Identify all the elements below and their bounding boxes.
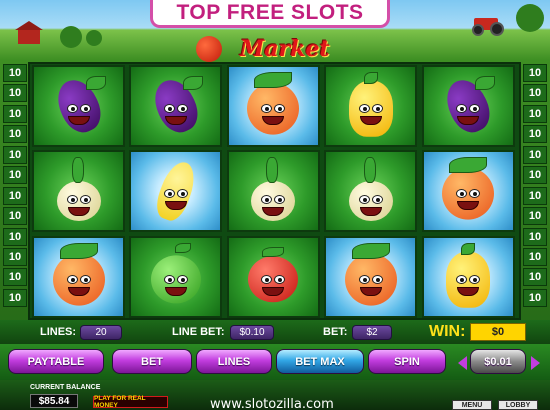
tomato-icon: [238, 243, 308, 311]
top-banner: TOP FREE SLOTS: [150, 0, 390, 28]
spin-button[interactable]: SPIN: [368, 349, 446, 374]
line-marker[interactable]: 10: [523, 288, 547, 307]
orange-icon: [44, 242, 114, 311]
orange-icon: [336, 242, 406, 311]
balance-label: CURRENT BALANCE: [30, 384, 101, 391]
reel-cell: [421, 65, 515, 147]
line-marker[interactable]: 10: [3, 104, 27, 123]
line-marker[interactable]: 10: [3, 207, 27, 226]
coin-value-button[interactable]: $0.01: [470, 349, 526, 374]
reel-cell: [129, 150, 223, 233]
barn-icon: [15, 21, 43, 44]
tree-icon: [60, 26, 82, 48]
balance-value: $85.84: [30, 394, 78, 408]
lobby-button[interactable]: LOBBY: [498, 400, 538, 410]
eggplant-icon: [433, 72, 503, 140]
coin-decrease-arrow-icon[interactable]: [458, 356, 467, 370]
bet-value: $2: [352, 325, 392, 340]
line-marker[interactable]: 10: [3, 247, 27, 266]
pepper-icon: [433, 242, 503, 311]
reel-cell: [324, 235, 418, 318]
site-url: www.slotozilla.com: [210, 397, 334, 410]
reel-cell: [324, 150, 418, 233]
reel-cell: [129, 65, 223, 147]
line-marker[interactable]: 10: [3, 166, 27, 185]
coin-increase-arrow-icon[interactable]: [531, 356, 540, 370]
line-marker[interactable]: 10: [523, 84, 547, 103]
onion-icon: [336, 157, 406, 225]
line-bet-label: LINE BET:: [172, 326, 225, 338]
line-marker[interactable]: 10: [523, 227, 547, 246]
pepper-icon: [336, 72, 406, 140]
line-marker[interactable]: 10: [523, 186, 547, 205]
win-label: WIN:: [429, 323, 466, 340]
orange-icon: [433, 157, 503, 225]
line-marker[interactable]: 10: [523, 125, 547, 144]
line-marker[interactable]: 10: [523, 166, 547, 185]
lines-button[interactable]: LINES: [196, 349, 272, 374]
line-marker[interactable]: 10: [523, 268, 547, 287]
reel-cell: [32, 65, 125, 147]
line-marker[interactable]: 10: [3, 227, 27, 246]
onion-icon: [238, 157, 308, 225]
win-value: $0: [470, 323, 526, 341]
lines-label: LINES:: [40, 326, 77, 338]
line-marker[interactable]: 10: [523, 104, 547, 123]
line-markers-right: 10 10 10 10 10 10 10 10 10 10 10 10: [523, 64, 547, 309]
line-marker[interactable]: 10: [3, 145, 27, 164]
line-marker[interactable]: 10: [3, 186, 27, 205]
onion-icon: [44, 157, 114, 225]
line-marker[interactable]: 10: [3, 84, 27, 103]
bet-max-button[interactable]: BET MAX: [276, 349, 364, 374]
reel-cell: [32, 150, 125, 233]
tractor-icon: [470, 14, 504, 36]
reel-cell: [226, 150, 320, 233]
slot-game: TOP FREE SLOTS Market 10 10 10 10 10 10 10 10 10…: [0, 0, 550, 410]
bet-button[interactable]: BET: [112, 349, 192, 374]
line-bet-value: $0.10: [230, 325, 274, 340]
reel-cell: [226, 65, 320, 147]
orange-icon: [238, 72, 308, 140]
reel-cell: [421, 235, 515, 318]
eggplant-icon: [141, 72, 211, 140]
apple-icon: [141, 242, 211, 311]
reel-cell: [32, 235, 125, 318]
logo-text: Market: [240, 36, 330, 62]
line-marker[interactable]: 10: [3, 64, 27, 82]
banana-icon: [141, 157, 211, 225]
line-marker[interactable]: 10: [523, 64, 547, 82]
reel-cell: [129, 235, 223, 318]
button-bar: PAYTABLE BET LINES BET MAX SPIN $0.01: [0, 344, 550, 380]
line-marker[interactable]: 10: [3, 125, 27, 144]
line-markers-left: 10 10 10 10 10 10 10 10 10 10 10 10: [3, 64, 27, 309]
game-logo: Market: [190, 28, 365, 62]
banner-title: TOP FREE SLOTS: [176, 0, 364, 24]
play-real-money-button[interactable]: PLAY FOR REAL MONEY: [93, 395, 168, 409]
line-marker[interactable]: 10: [523, 247, 547, 266]
paytable-button[interactable]: PAYTABLE: [8, 349, 104, 374]
line-marker[interactable]: 10: [3, 268, 27, 287]
info-bar: LINES: 20 LINE BET: $0.10 BET: $2 WIN: $…: [0, 320, 550, 344]
tree-icon: [516, 4, 544, 32]
tree-icon: [86, 30, 102, 46]
apple-logo-icon: [196, 36, 222, 62]
line-marker[interactable]: 10: [523, 145, 547, 164]
reel-grid: [28, 62, 521, 320]
reel-cell: [226, 235, 320, 318]
lines-value: 20: [80, 325, 122, 340]
reel-cell: [421, 150, 515, 233]
menu-button[interactable]: MENU: [452, 400, 492, 410]
bet-label: BET:: [323, 326, 348, 338]
line-marker[interactable]: 10: [523, 207, 547, 226]
line-marker[interactable]: 10: [3, 288, 27, 307]
reel-cell: [324, 65, 418, 147]
eggplant-icon: [44, 72, 114, 140]
